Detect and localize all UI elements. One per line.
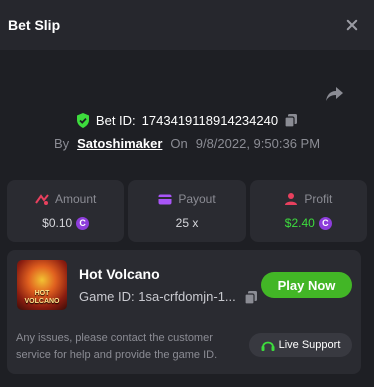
coin-icon: C xyxy=(76,216,90,230)
amount-value: $0.10 xyxy=(42,216,73,230)
payout-stat: Payout 25 x xyxy=(128,180,246,242)
headset-icon xyxy=(261,341,275,351)
bet-slip-title: Bet Slip xyxy=(8,17,61,33)
profit-user-icon xyxy=(285,193,298,205)
on-label: On xyxy=(170,135,188,151)
bet-stats: Amount $0.10 C Payout 25 x Profit $2.40 … xyxy=(7,180,367,242)
coin-icon: C xyxy=(318,216,332,230)
shield-check-icon xyxy=(76,112,89,128)
game-card: HOT VOLCANO Hot Volcano Game ID: 1sa-crf… xyxy=(7,250,361,374)
thumbnail-text-hot: HOT xyxy=(34,290,50,297)
support-note: Any issues, please contact the customer … xyxy=(16,332,218,361)
bet-id-value: 1743419118914234240 xyxy=(141,112,279,128)
amount-stat: Amount $0.10 C xyxy=(7,180,125,242)
bet-slip-header: Bet Slip xyxy=(0,0,374,50)
bet-datetime: 9/8/2022, 9:50:36 PM xyxy=(195,135,321,151)
amount-label: Amount xyxy=(54,192,97,206)
payout-value: 25 x xyxy=(175,216,199,230)
payout-label: Payout xyxy=(178,192,216,206)
coins-icon xyxy=(35,194,49,205)
profit-stat: Profit $2.40 C xyxy=(249,180,367,242)
profit-label: Profit xyxy=(304,192,333,206)
close-icon[interactable] xyxy=(344,17,360,33)
bet-id-row: Bet ID: 1743419118914234240 xyxy=(0,110,374,130)
game-id-row: Game ID: 1sa-crfdomjn-1... xyxy=(79,289,258,304)
game-name: Hot Volcano xyxy=(79,266,160,282)
game-thumbnail[interactable]: HOT VOLCANO xyxy=(17,260,67,310)
live-support-button[interactable]: Live Support xyxy=(249,333,352,357)
profit-value: $2.40 xyxy=(284,216,315,230)
by-label: By xyxy=(53,135,70,151)
game-id: Game ID: 1sa-crfdomjn-1... xyxy=(79,289,236,304)
bet-id-label: Bet ID: xyxy=(95,112,136,128)
copy-icon[interactable] xyxy=(244,290,258,304)
live-support-label: Live Support xyxy=(278,339,341,351)
share-icon[interactable] xyxy=(324,85,344,103)
thumbnail-text-volcano: VOLCANO xyxy=(24,298,60,305)
username-link[interactable]: Satoshimaker xyxy=(77,136,162,151)
bet-author-row: By Satoshimaker On 9/8/2022, 9:50:36 PM xyxy=(0,133,374,153)
copy-icon[interactable] xyxy=(284,113,298,127)
wallet-icon xyxy=(158,194,172,204)
play-now-button[interactable]: Play Now xyxy=(261,272,352,298)
